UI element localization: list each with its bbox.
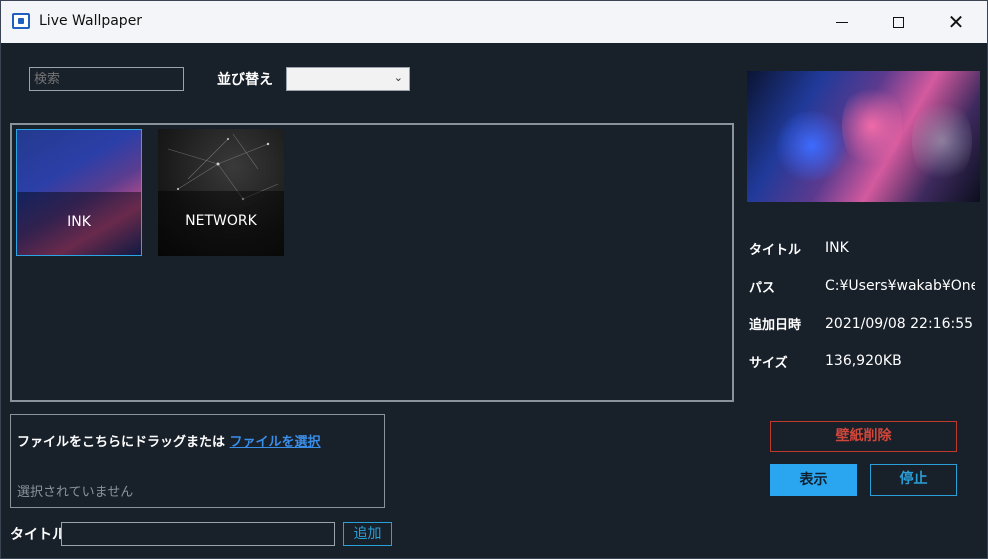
- preview-smoke-pink: [842, 81, 902, 171]
- detail-size-value: 136,920KB: [825, 353, 902, 369]
- wallpaper-gallery: INK NETWORK: [10, 123, 734, 402]
- wallpaper-tile-ink[interactable]: INK: [16, 129, 142, 256]
- detail-added-key: 追加日時: [749, 318, 802, 333]
- detail-path-value: C:¥Users¥wakab¥OneD: [825, 278, 975, 294]
- title-bar[interactable]: Live Wallpaper ✕: [1, 1, 987, 43]
- title-input[interactable]: [61, 522, 335, 546]
- file-dropzone[interactable]: ファイルをこちらにドラッグまたは ファイルを選択 選択されていません: [10, 414, 385, 508]
- detail-path-key: パス: [749, 281, 776, 296]
- minimize-button[interactable]: [813, 1, 871, 43]
- sort-dropdown[interactable]: ⌄: [286, 67, 410, 91]
- detail-size-key: サイズ: [749, 356, 788, 371]
- close-icon: ✕: [947, 10, 965, 34]
- preview-smoke-gray: [912, 96, 972, 186]
- tile-label: INK: [67, 214, 91, 230]
- select-file-link[interactable]: ファイルを選択: [230, 435, 321, 450]
- maximize-icon: [892, 16, 904, 28]
- preview-smoke-blue: [772, 111, 852, 181]
- add-button[interactable]: 追加: [343, 522, 392, 546]
- delete-wallpaper-button[interactable]: 壁紙削除: [770, 421, 957, 452]
- detail-added-value: 2021/09/08 22:16:55: [825, 316, 974, 332]
- detail-title-value: INK: [825, 240, 849, 256]
- search-input[interactable]: [29, 67, 184, 91]
- window-title: Live Wallpaper: [39, 13, 143, 29]
- wallpaper-tile-network[interactable]: NETWORK: [158, 129, 284, 256]
- dropzone-instruction: ファイルをこちらにドラッグまたは: [17, 435, 226, 450]
- dropzone-text: ファイルをこちらにドラッグまたは ファイルを選択: [17, 431, 321, 450]
- dropzone-status: 選択されていません: [17, 485, 134, 500]
- close-button[interactable]: ✕: [927, 1, 985, 43]
- maximize-button[interactable]: [869, 1, 927, 43]
- chevron-down-icon: ⌄: [393, 71, 403, 84]
- sort-label: 並び替え: [217, 72, 273, 88]
- show-button[interactable]: 表示: [770, 464, 857, 496]
- wallpaper-preview: [747, 71, 980, 202]
- app-icon: [12, 13, 30, 29]
- app-window: Live Wallpaper ✕ 並び替え ⌄ INK: [0, 0, 988, 559]
- title-label: タイトル: [10, 527, 66, 543]
- detail-title-key: タイトル: [749, 243, 802, 258]
- tile-label: NETWORK: [185, 213, 257, 229]
- minimize-icon: [836, 21, 848, 23]
- stop-button[interactable]: 停止: [870, 464, 957, 496]
